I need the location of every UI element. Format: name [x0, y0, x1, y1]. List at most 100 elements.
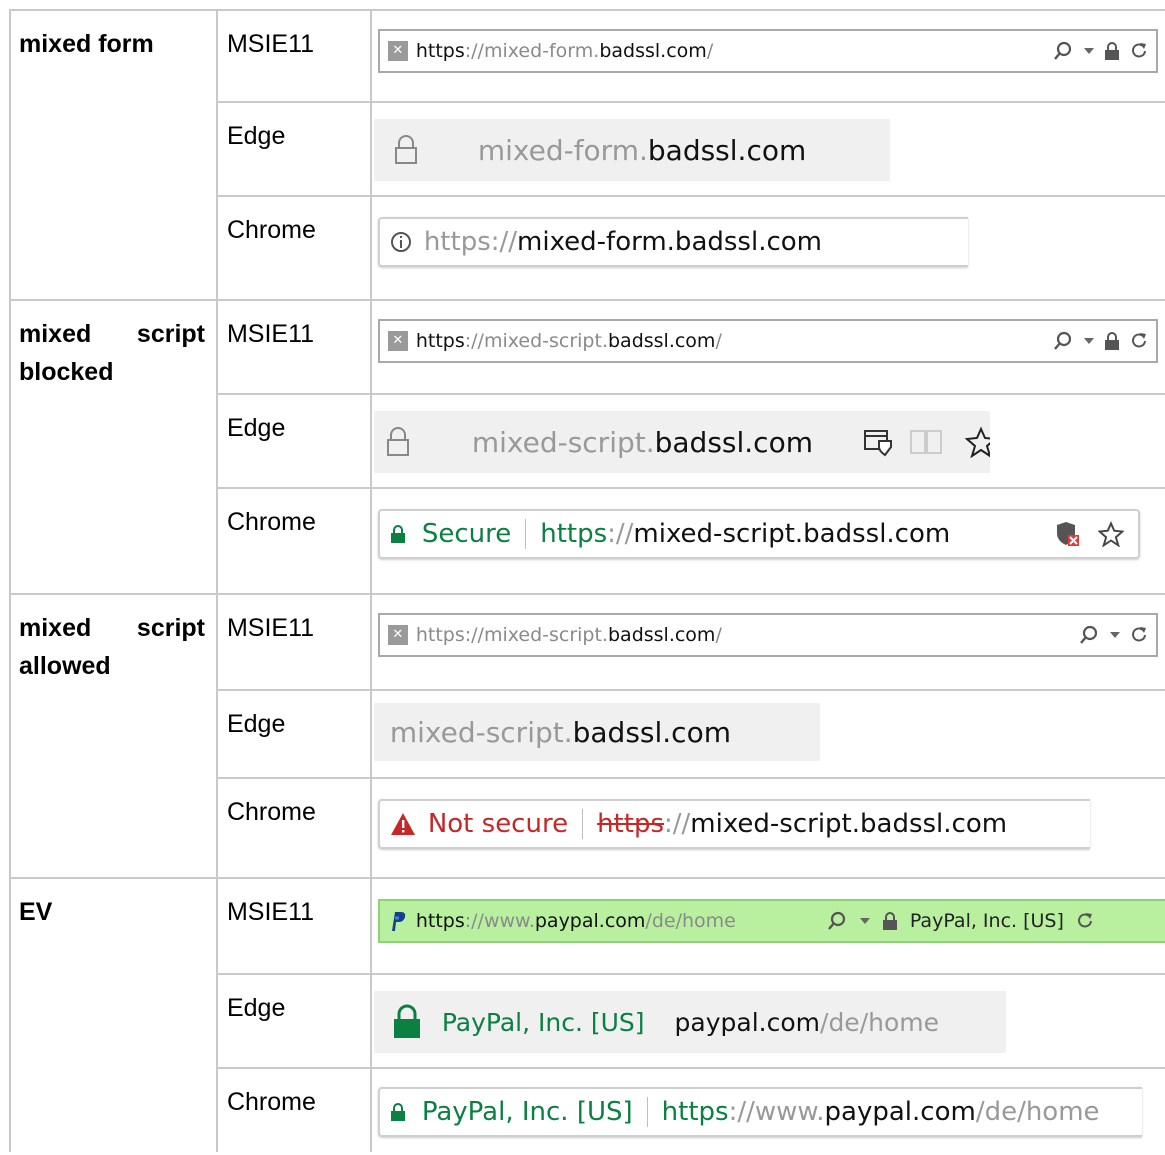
edge-address-bar: PayPal, Inc. [US] paypal.com/de/home — [373, 991, 1006, 1053]
browser-label: Edge — [226, 994, 286, 1022]
chrome-address-bar: https://mixed-form.badssl.com — [377, 217, 968, 267]
screenshot-cell: https://mixed-form.badssl.com — [369, 195, 1165, 301]
chrome-url: https://www.paypal.com/de/home — [661, 1097, 1100, 1127]
refresh-icon — [1130, 41, 1148, 61]
divider — [582, 809, 584, 839]
screenshot-cell: Not secure https://mixed-script.badssl.c… — [369, 777, 1165, 879]
browser-cell: Chrome — [215, 1067, 372, 1152]
edge-url: mixed-script.badssl.com — [389, 715, 731, 749]
screenshot-cell: ✕ https://mixed-form.badssl.com/ — [369, 9, 1165, 103]
info-icon — [390, 231, 412, 253]
blocked-shield-icon[interactable] — [1056, 521, 1080, 547]
msie-address-bar: https://www.paypal.com/de/home PayPal, I… — [377, 899, 1165, 943]
screenshot-cell: mixed-script.badssl.com — [369, 393, 1165, 489]
edge-address-bar: mixed-script.badssl.com — [373, 411, 990, 473]
paypal-icon — [388, 910, 408, 932]
browser-label: MSIE11 — [226, 614, 315, 642]
ev-name: PayPal, Inc. [US] — [421, 1097, 633, 1127]
search-icon — [1078, 624, 1100, 646]
warning-icon — [390, 812, 416, 836]
chrome-address-bar: Secure https://mixed-script.badssl.com — [377, 509, 1140, 559]
browser-label: MSIE11 — [226, 320, 315, 348]
chrome-status: Not secure — [427, 809, 569, 839]
screenshot-cell: mixed-script.badssl.com — [369, 689, 1165, 779]
msie-address-bar: ✕ https://mixed-form.badssl.com/ — [377, 29, 1158, 73]
ev-name: PayPal, Inc. [US] — [909, 910, 1064, 932]
reading-icon — [909, 427, 943, 457]
refresh-icon — [1130, 625, 1148, 645]
edge-url: mixed-script.badssl.com — [471, 425, 813, 459]
category-cell: mixed script allowed — [9, 593, 218, 879]
refresh-icon — [1130, 331, 1148, 351]
browser-label: MSIE11 — [226, 30, 315, 58]
chrome-url: https://mixed-script.badssl.com — [597, 809, 1008, 839]
chrome-status: Secure — [421, 519, 512, 549]
search-icon — [1052, 330, 1074, 352]
browser-cell: MSIE11 — [215, 593, 372, 691]
browser-label: Chrome — [226, 798, 316, 826]
category-label: EV — [19, 898, 53, 926]
screenshot-cell: PayPal, Inc. [US] https://www.paypal.com… — [369, 1067, 1165, 1152]
msie-url: https://www.paypal.com/de/home — [415, 910, 736, 932]
dropdown-icon — [1109, 631, 1120, 639]
browser-label: Chrome — [226, 1088, 316, 1116]
lock-icon — [1104, 331, 1120, 351]
divider — [646, 1097, 648, 1127]
refresh-icon — [1076, 911, 1094, 931]
browser-cell: Chrome — [215, 487, 372, 595]
edge-address-bar: mixed-form.badssl.com — [373, 119, 890, 181]
chrome-address-bar: PayPal, Inc. [US] https://www.paypal.com… — [377, 1087, 1142, 1137]
site-icon: ✕ — [387, 331, 408, 351]
comparison-table: mixed form MSIE11 ✕ https://mixed-form.b… — [9, 9, 1165, 1152]
search-icon — [826, 910, 848, 932]
msie-url: https://mixed-script.badssl.com/ — [415, 330, 722, 352]
star-icon — [965, 426, 990, 458]
browser-cell: Edge — [215, 973, 372, 1069]
lock-icon — [390, 1102, 406, 1122]
category-cell: EV — [9, 877, 218, 1152]
dropdown-icon — [1083, 47, 1094, 55]
shield-icon — [863, 427, 893, 457]
category-cell: mixed form — [9, 9, 218, 301]
browser-cell: Edge — [215, 393, 372, 489]
msie-url: https://mixed-form.badssl.com/ — [415, 40, 714, 62]
search-icon — [1052, 40, 1074, 62]
browser-label: Edge — [226, 414, 286, 442]
browser-label: Chrome — [226, 508, 316, 536]
edge-address-bar: mixed-script.badssl.com — [373, 703, 820, 761]
screenshot-cell: https://www.paypal.com/de/home PayPal, I… — [369, 877, 1165, 975]
browser-label: Chrome — [226, 216, 316, 244]
edge-url: mixed-form.badssl.com — [477, 133, 807, 167]
browser-cell: Edge — [215, 101, 372, 197]
msie-url: https://mixed-script.badssl.com/ — [415, 624, 722, 646]
category-label: mixed script allowed — [19, 614, 205, 680]
browser-label: Edge — [226, 122, 286, 150]
site-icon: ✕ — [387, 625, 408, 645]
lock-icon — [882, 911, 898, 931]
browser-cell: Chrome — [215, 777, 372, 879]
dropdown-icon — [859, 917, 870, 925]
screenshot-cell: ✕ https://mixed-script.badssl.com/ — [369, 593, 1165, 691]
category-label: mixed script blocked — [19, 320, 205, 386]
browser-cell: MSIE11 — [215, 9, 372, 103]
screenshot-cell: Secure https://mixed-script.badssl.com — [369, 487, 1165, 595]
category-cell: mixed script blocked — [9, 299, 218, 595]
dropdown-icon — [1083, 337, 1094, 345]
lock-icon — [394, 135, 418, 165]
browser-label: MSIE11 — [226, 898, 315, 926]
edge-url: paypal.com/de/home — [674, 1007, 939, 1037]
star-icon[interactable] — [1097, 521, 1124, 547]
browser-cell: MSIE11 — [215, 299, 372, 395]
ev-name: PayPal, Inc. [US] — [441, 1007, 645, 1037]
chrome-url: https://mixed-form.badssl.com — [423, 227, 822, 257]
site-icon: ✕ — [387, 41, 408, 61]
divider — [525, 519, 527, 549]
screenshot-cell: mixed-form.badssl.com — [369, 101, 1165, 197]
lock-icon — [390, 524, 406, 544]
category-label: mixed form — [19, 30, 154, 58]
browser-label: Edge — [226, 710, 286, 738]
lock-icon — [392, 1004, 422, 1040]
chrome-url: https://mixed-script.badssl.com — [540, 519, 951, 549]
msie-address-bar: ✕ https://mixed-script.badssl.com/ — [377, 319, 1158, 363]
msie-address-bar: ✕ https://mixed-script.badssl.com/ — [377, 613, 1158, 657]
